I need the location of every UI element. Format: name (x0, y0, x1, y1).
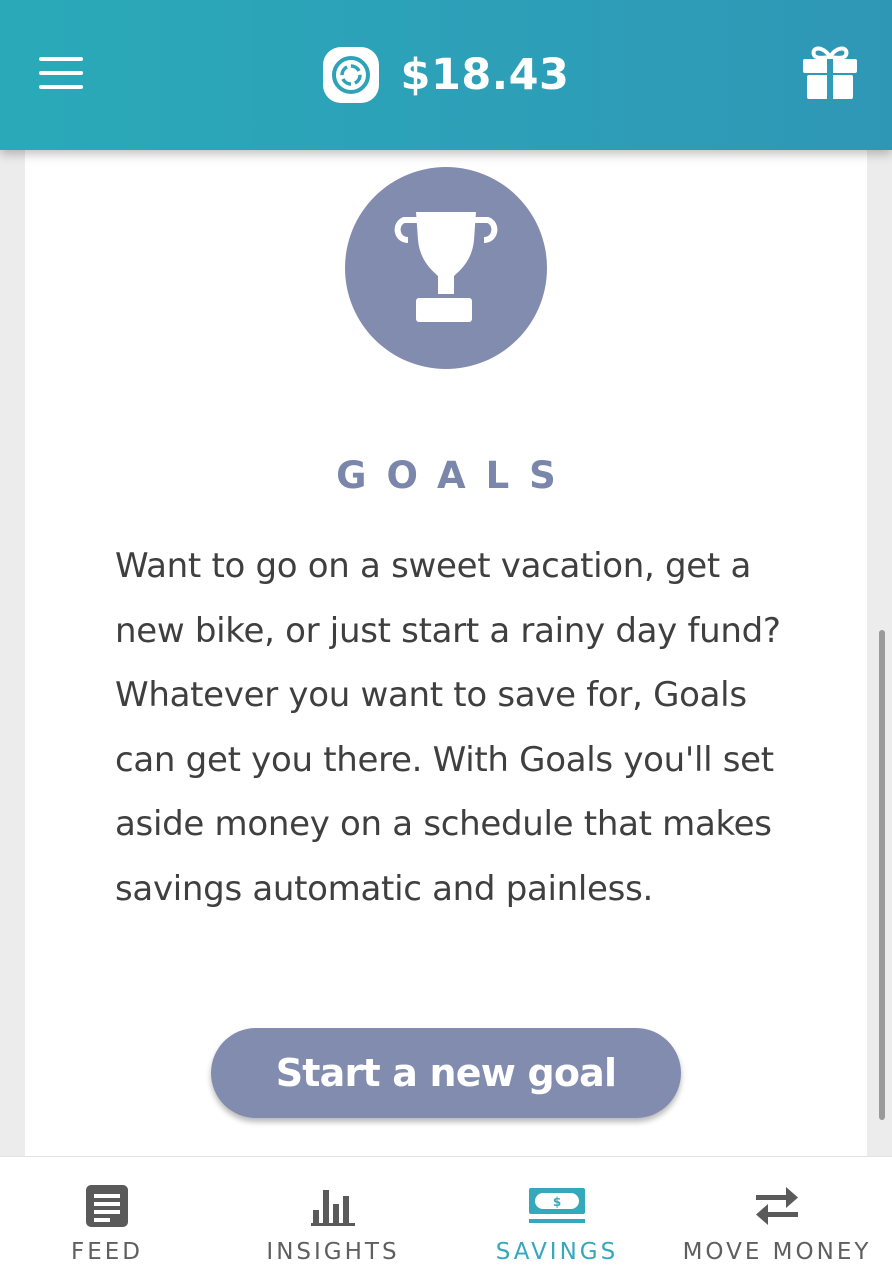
menu-button[interactable] (26, 40, 96, 106)
balance-button[interactable]: $18.43 (322, 47, 570, 103)
trophy-badge (345, 167, 547, 369)
goals-description: Want to go on a sweet vacation, get a ne… (115, 546, 781, 909)
nav-item-feed[interactable]: FEED (0, 1157, 214, 1281)
transfer-arrows-icon (756, 1187, 798, 1225)
cash-icon-wrap: $ (527, 1183, 587, 1229)
gift-icon (803, 46, 857, 99)
nav-item-move-money[interactable]: MOVE MONEY (662, 1157, 892, 1281)
feed-icon-wrap (77, 1183, 137, 1229)
nav-label-savings: SAVINGS (495, 1239, 619, 1265)
bar-chart-icon-wrap (303, 1183, 363, 1229)
balance-display-area: $18.43 (0, 0, 892, 150)
nav-label-move-money: MOVE MONEY (682, 1239, 872, 1265)
cash-icon: $ (529, 1188, 585, 1223)
gift-button[interactable] (794, 34, 866, 110)
bottom-navigation: FEED INSIGHTS $ SAVINGS MOVE MONEY (0, 1156, 892, 1281)
trophy-icon (394, 212, 498, 322)
svg-text:$: $ (553, 1195, 561, 1209)
goals-card: GOALS Want to go on a sweet vacation, ge… (25, 140, 867, 1156)
nav-item-savings[interactable]: $ SAVINGS (452, 1157, 662, 1281)
scrollbar-thumb[interactable] (879, 630, 885, 1120)
app-header: $18.43 (0, 0, 892, 150)
nav-label-feed: FEED (70, 1239, 143, 1265)
bar-chart-icon (311, 1190, 355, 1226)
start-new-goal-button[interactable]: Start a new goal (211, 1028, 681, 1118)
feed-icon (86, 1185, 128, 1227)
balance-amount: $18.43 (400, 50, 570, 100)
section-title: GOALS (336, 454, 576, 497)
hamburger-menu-icon (39, 57, 83, 89)
nav-item-insights[interactable]: INSIGHTS (214, 1157, 452, 1281)
coin-icon (322, 47, 379, 103)
transfer-arrows-icon-wrap (747, 1183, 807, 1229)
nav-label-insights: INSIGHTS (266, 1239, 400, 1265)
